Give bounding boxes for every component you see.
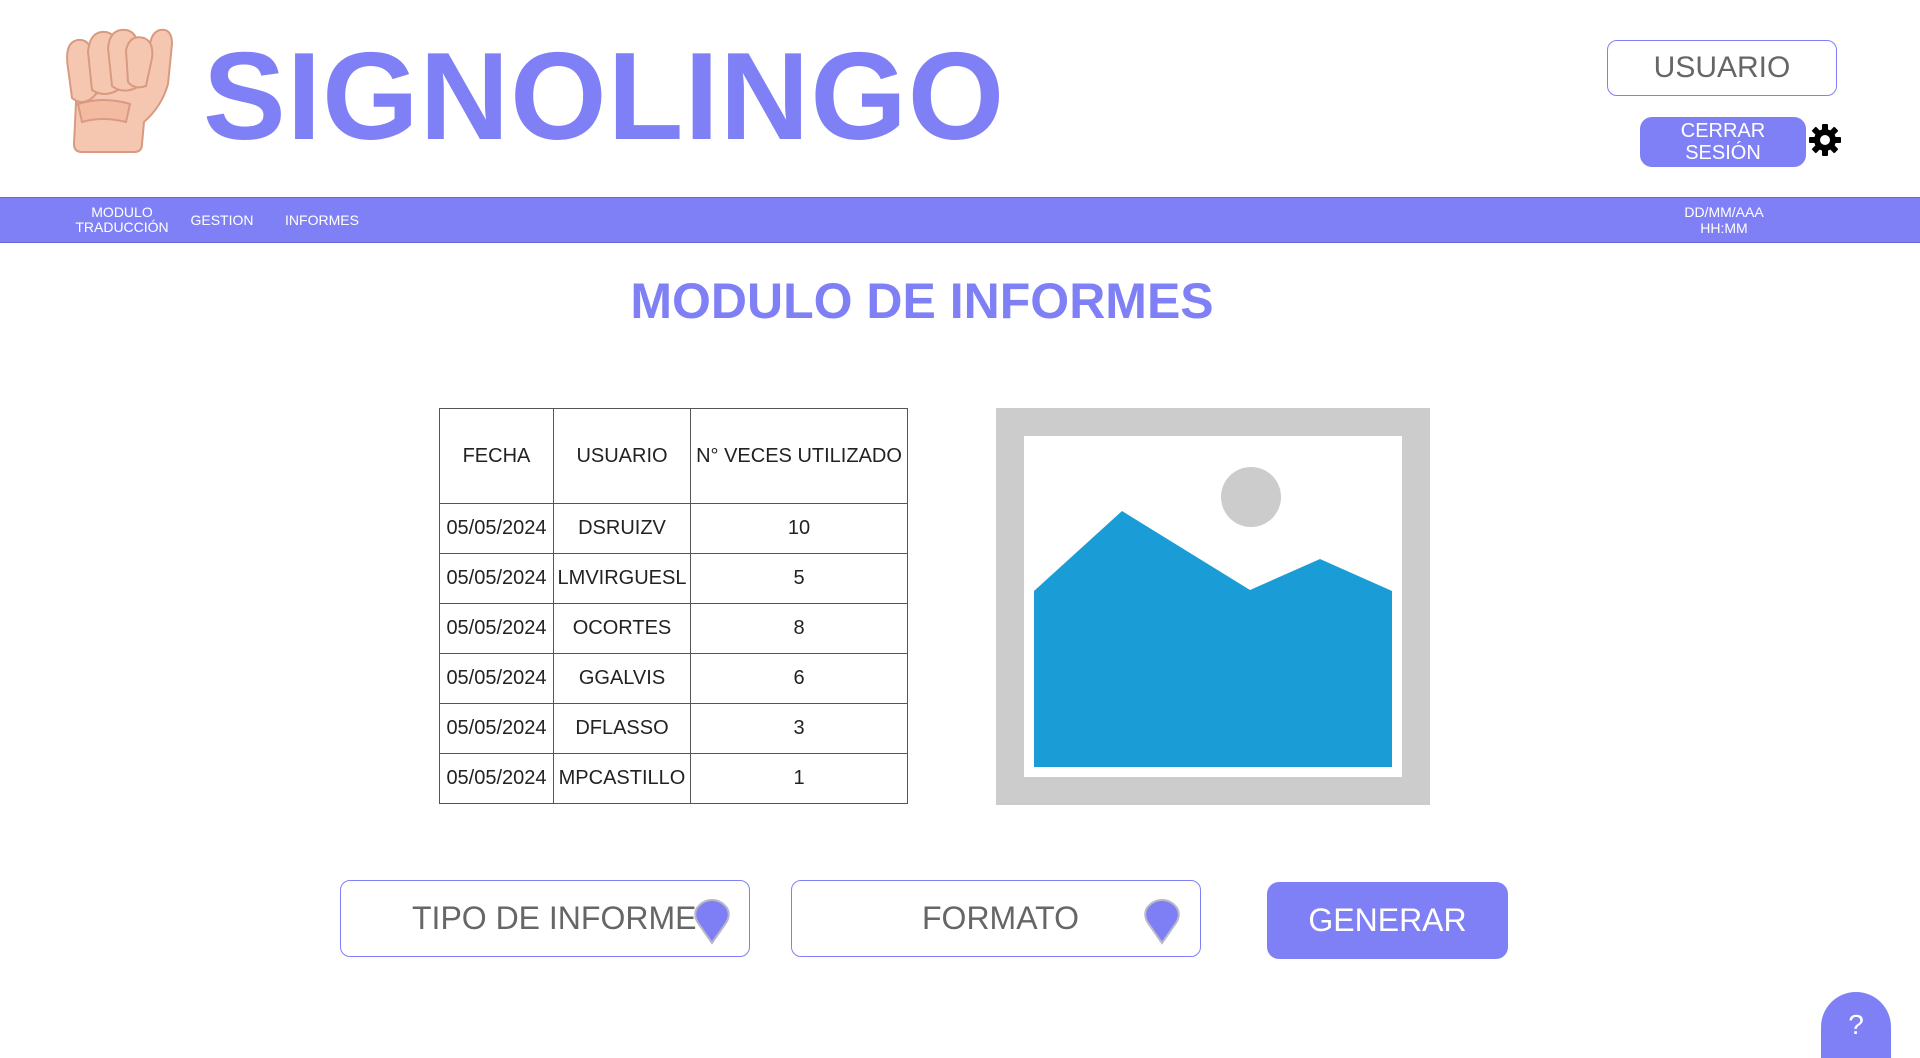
cell-veces: 10 — [690, 503, 908, 554]
table-row: 05/05/2024 GGALVIS 6 — [439, 653, 908, 704]
format-select[interactable]: FORMATO — [791, 880, 1201, 957]
cell-fecha: 05/05/2024 — [439, 703, 554, 754]
table-row: 05/05/2024 MPCASTILLO 1 — [439, 753, 908, 804]
logout-button[interactable]: CERRAR SESIÓN — [1640, 117, 1806, 167]
cell-usuario: OCORTES — [553, 603, 691, 654]
cell-fecha: 05/05/2024 — [439, 653, 554, 704]
generate-button[interactable]: GENERAR — [1267, 882, 1508, 959]
format-label: FORMATO — [922, 900, 1080, 936]
datetime-display: DD/MM/AAA HH:MM — [1662, 198, 1786, 242]
column-header-veces-utilizado: N° VECES UTILIZADO — [690, 408, 908, 504]
nav-item-informes[interactable]: INFORMES — [282, 198, 362, 242]
cell-usuario: DFLASSO — [553, 703, 691, 754]
map-pin-icon — [694, 899, 730, 945]
time-text: HH:MM — [1700, 220, 1748, 236]
report-type-label: TIPO DE INFORME — [412, 900, 697, 936]
cell-usuario: DSRUIZV — [553, 503, 691, 554]
gear-icon[interactable] — [1808, 123, 1842, 157]
cell-veces: 5 — [690, 553, 908, 604]
cell-fecha: 05/05/2024 — [439, 553, 554, 604]
cell-usuario: LMVIRGUESL — [553, 553, 691, 604]
cell-veces: 8 — [690, 603, 908, 654]
image-placeholder-icon — [996, 408, 1430, 805]
cell-veces: 3 — [690, 703, 908, 754]
user-button[interactable]: USUARIO — [1607, 40, 1837, 96]
cell-fecha: 05/05/2024 — [439, 603, 554, 654]
cell-veces: 6 — [690, 653, 908, 704]
help-button[interactable]: ? — [1821, 992, 1891, 1058]
main-navbar: MODULO TRADUCCIÓN GESTION INFORMES DD/MM… — [0, 197, 1920, 243]
table-header-row: FECHA USUARIO N° VECES UTILIZADO — [439, 408, 908, 504]
table-row: 05/05/2024 OCORTES 8 — [439, 603, 908, 654]
date-text: DD/MM/AAA — [1684, 204, 1764, 220]
map-pin-icon — [1144, 899, 1180, 945]
column-header-usuario: USUARIO — [553, 408, 691, 504]
cell-usuario: GGALVIS — [553, 653, 691, 704]
cell-fecha: 05/05/2024 — [439, 503, 554, 554]
nav-item-gestion[interactable]: GESTION — [186, 198, 258, 242]
report-type-select[interactable]: TIPO DE INFORME — [340, 880, 750, 957]
cell-usuario: MPCASTILLO — [553, 753, 691, 804]
app-title: SIGNOLINGO — [203, 28, 1006, 166]
hand-logo-icon — [66, 28, 174, 153]
page-title: MODULO DE INFORMES — [630, 273, 1214, 329]
nav-item-modulo-traduccion[interactable]: MODULO TRADUCCIÓN — [74, 198, 170, 242]
table-row: 05/05/2024 LMVIRGUESL 5 — [439, 553, 908, 604]
cell-fecha: 05/05/2024 — [439, 753, 554, 804]
cell-veces: 1 — [690, 753, 908, 804]
table-row: 05/05/2024 DFLASSO 3 — [439, 703, 908, 754]
report-table: FECHA USUARIO N° VECES UTILIZADO 05/05/2… — [439, 408, 908, 804]
column-header-fecha: FECHA — [439, 408, 554, 504]
table-row: 05/05/2024 DSRUIZV 10 — [439, 503, 908, 554]
